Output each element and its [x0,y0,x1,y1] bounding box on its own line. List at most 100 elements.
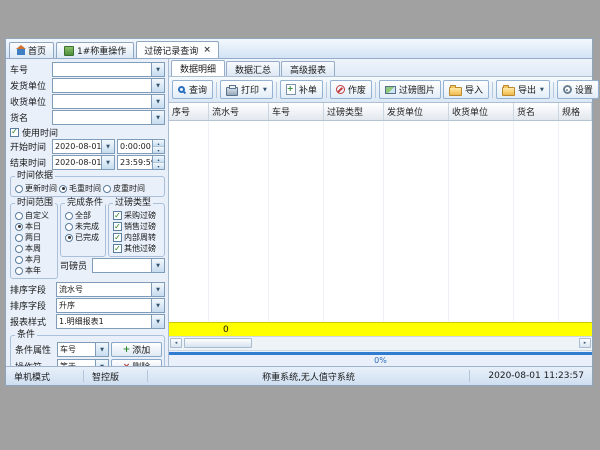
radio-this-month[interactable]: 本月 [15,254,55,265]
goods-select[interactable]: ▼ [52,110,165,125]
column-header-receiver[interactable]: 收货单位 [449,103,514,120]
column-header-weigh-type[interactable]: 过磅类型 [324,103,384,120]
spin-down-icon[interactable]: ▾ [153,163,164,169]
column-header-goods[interactable]: 货名 [514,103,559,120]
progress-track [169,352,592,355]
report-style-select[interactable]: 1.明细报表1 ▼ [56,314,165,329]
export-dropdown-icon[interactable]: ▼ [540,87,544,93]
tab-weigh-record-query[interactable]: 过磅记录查询 × [136,41,219,58]
chevron-down-icon[interactable]: ▼ [151,283,164,296]
chevron-down-icon[interactable]: ▼ [95,360,108,366]
radio-icon [15,185,23,193]
sort-field-select[interactable]: 流水号 ▼ [56,282,165,297]
chevron-down-icon[interactable]: ▼ [101,140,114,153]
condition-attr-select[interactable]: 车号 ▼ [57,342,109,357]
settings-button[interactable]: 设置 [557,80,599,99]
start-date-select[interactable]: 2020-08-01 ▼ [52,139,115,154]
radio-icon [65,223,73,231]
export-button[interactable]: 导出 ▼ [496,80,550,99]
radio-icon [15,212,23,220]
query-button[interactable]: 查询 [172,80,213,99]
vehicle-select[interactable]: ▼ [52,62,165,77]
radio-update-time[interactable]: 更新时间 [15,183,57,194]
tab-weighing-operation-label: 1#称重操作 [77,44,126,57]
table-body-empty [169,121,592,322]
time-basis-group: 时间依据 更新时间 毛重时间 皮重时间 [10,176,165,197]
horizontal-scrollbar[interactable]: ◂ ▸ [169,336,592,350]
chevron-down-icon[interactable]: ▼ [151,259,164,272]
radio-two-days[interactable]: 两日 [15,232,55,243]
checkbox-internal-transfer[interactable]: 内部周转 [113,232,162,243]
radio-this-year[interactable]: 本年 [15,265,55,276]
void-button[interactable]: 作废 [330,80,372,99]
column-header-shipper[interactable]: 发货单位 [384,103,449,120]
chevron-down-icon[interactable]: ▼ [151,111,164,124]
toolbar-separator [326,82,327,98]
radio-incomplete[interactable]: 未完成 [65,221,103,232]
query-label: 查询 [189,83,207,96]
checkbox-other-weigh[interactable]: 其他过磅 [113,243,162,254]
column-header-vehicle[interactable]: 车号 [269,103,324,120]
time-range-title: 时间范围 [15,199,55,208]
import-button[interactable]: 导入 [443,80,489,99]
scroll-right-icon[interactable]: ▸ [579,338,591,348]
tab-weighing-operation[interactable]: 1#称重操作 [56,42,134,58]
weigher-select[interactable]: ▼ [92,258,165,273]
end-date-select[interactable]: 2020-08-01 ▼ [52,155,115,170]
radio-label: 本周 [25,243,41,254]
receiver-select[interactable]: ▼ [52,94,165,109]
shipper-select[interactable]: ▼ [52,78,165,93]
tab-home[interactable]: 首页 [9,42,54,58]
radio-gross-weight-time[interactable]: 毛重时间 [59,183,101,194]
checkbox-sale-weigh[interactable]: 销售过磅 [113,221,162,232]
end-time-spinner[interactable]: 23:59:59 ▴ ▾ [117,155,165,170]
chevron-down-icon[interactable]: ▼ [151,63,164,76]
toolbar-separator [553,82,554,98]
spin-down-icon[interactable]: ▾ [153,147,164,153]
weigh-type-group: 过磅类型 采购过磅 销售过磅 [108,203,165,257]
supplement-button[interactable]: 补单 [280,80,323,99]
use-time-checkbox[interactable]: 使用时间 [10,126,165,138]
chevron-down-icon[interactable]: ▼ [95,343,108,356]
radio-label: 未完成 [75,221,99,232]
print-button[interactable]: 打印 ▼ [220,80,273,99]
checkbox-purchase-weigh[interactable]: 采购过磅 [113,210,162,221]
spin-up-icon[interactable]: ▴ [153,140,164,147]
radio-icon [15,245,23,253]
tab-data-detail[interactable]: 数据明细 [171,60,225,76]
filter-sidebar: 车号 ▼ 发货单位 ▼ 收货单位 ▼ [6,59,169,366]
scroll-left-icon[interactable]: ◂ [170,338,182,348]
chevron-down-icon[interactable]: ▼ [101,156,114,169]
weigher-label: 司磅员 [60,259,92,272]
shipper-label: 发货单位 [10,79,52,92]
column-header-index[interactable]: 序号 [169,103,209,120]
spin-up-icon[interactable]: ▴ [153,156,164,163]
radio-today[interactable]: 本日 [15,221,55,232]
weigh-images-button[interactable]: 过磅图片 [379,80,441,99]
sort-order-select[interactable]: 升序 ▼ [56,298,165,313]
close-tab-icon[interactable]: × [203,45,211,55]
column-header-serial[interactable]: 流水号 [209,103,269,120]
checkbox-label: 其他过磅 [124,243,156,254]
tab-data-summary[interactable]: 数据汇总 [226,61,280,76]
add-condition-button[interactable]: + 添加 [111,342,162,357]
scrollbar-thumb[interactable] [184,338,252,348]
delete-condition-button[interactable]: × 删除 [111,359,162,366]
chevron-down-icon[interactable]: ▼ [151,315,164,328]
chevron-down-icon[interactable]: ▼ [151,95,164,108]
column-header-spec[interactable]: 规格 [559,103,592,120]
radio-completed[interactable]: 已完成 [65,232,103,243]
chevron-down-icon[interactable]: ▼ [151,79,164,92]
print-dropdown-icon[interactable]: ▼ [263,87,267,93]
radio-label: 本月 [25,254,41,265]
tab-advanced-report[interactable]: 高级报表 [281,61,335,76]
radio-all[interactable]: 全部 [65,210,103,221]
condition-op-select[interactable]: 等于 ▼ [57,359,109,366]
radio-this-week[interactable]: 本周 [15,243,55,254]
chevron-down-icon[interactable]: ▼ [151,299,164,312]
completion-group: 完成条件 全部 未完成 [60,203,106,257]
radio-tare-weight-time[interactable]: 皮重时间 [103,183,145,194]
radio-custom-range[interactable]: 自定义 [15,210,55,221]
radio-label: 毛重时间 [69,183,101,194]
start-time-spinner[interactable]: 0:00:00 ▴ ▾ [117,139,165,154]
